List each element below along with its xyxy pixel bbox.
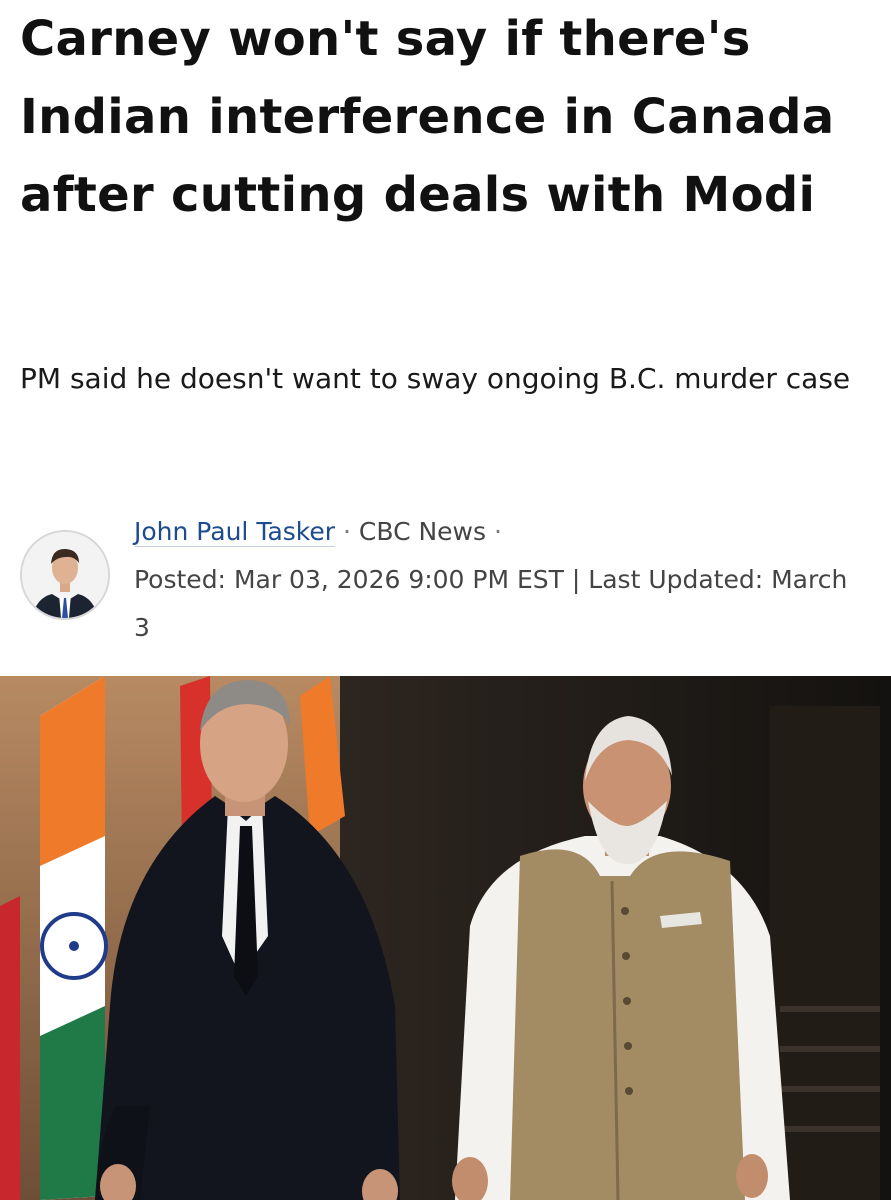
photo-illustration [0,676,891,1200]
updated-label: Last Updated: [588,565,764,594]
byline-separator: · [343,517,351,546]
byline-separator-2: · [493,517,502,546]
outlet-name: CBC News [358,517,487,546]
article-photo[interactable] [0,676,891,1200]
article-deck: PM said he doesn't want to sway ongoing … [20,362,851,395]
flag-left [40,676,108,1200]
author-portrait-icon [22,532,108,618]
author-avatar[interactable] [20,530,110,620]
article-headline: Carney won't say if there's Indian inter… [20,11,835,223]
byline: John Paul Tasker · CBC News · Posted: Ma… [20,508,870,648]
posted-date: Mar 03, 2026 9:00 PM EST [233,565,564,594]
byline-meta: John Paul Tasker · CBC News · Posted: Ma… [134,508,854,652]
author-link[interactable]: John Paul Tasker [134,517,336,547]
meta-divider: | [571,565,581,594]
posted-label: Posted: [134,565,226,594]
